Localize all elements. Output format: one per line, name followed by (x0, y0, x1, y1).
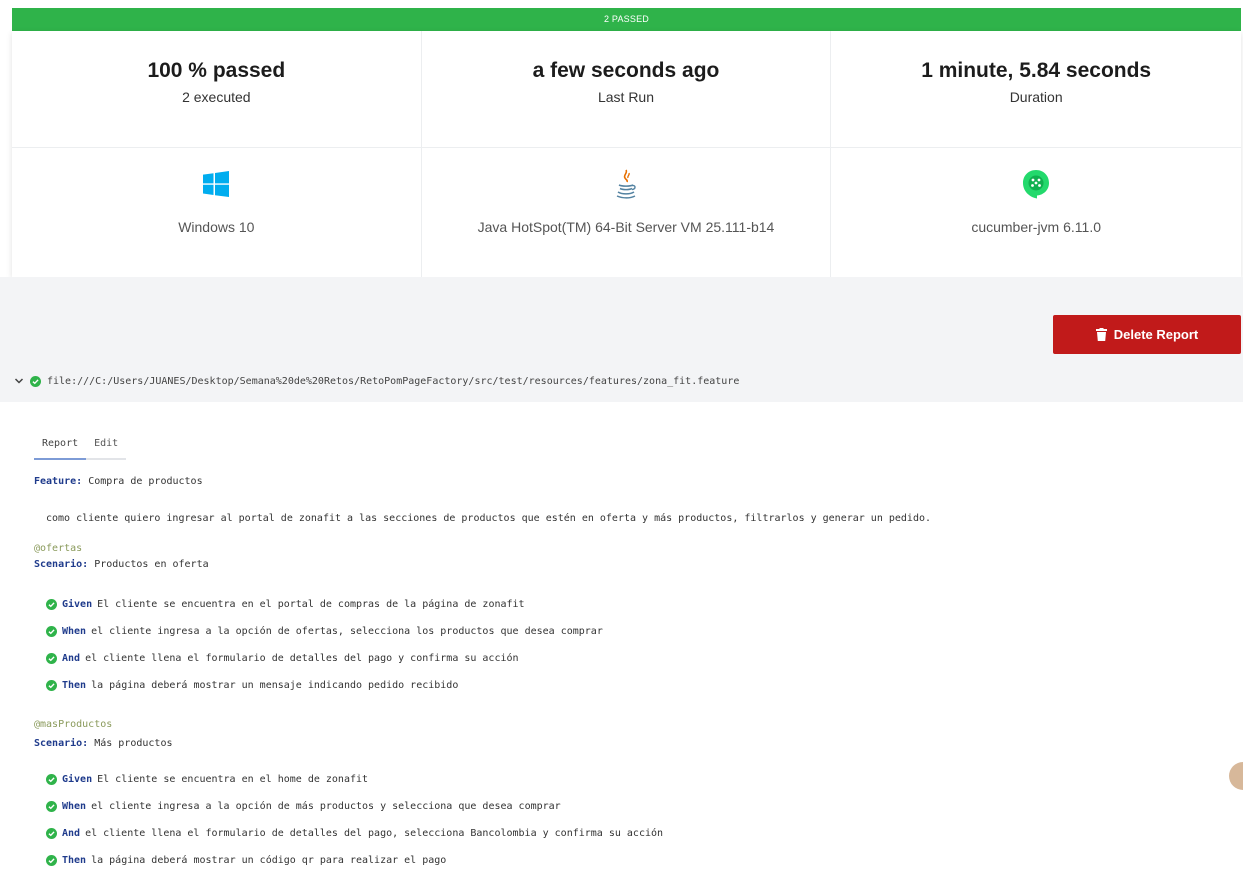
framework-label: cucumber-jvm 6.11.0 (971, 219, 1101, 235)
os-label: Windows 10 (178, 219, 255, 235)
chevron-down-icon[interactable] (14, 376, 24, 386)
scenario-name: Productos en oferta (94, 559, 209, 570)
passed-value: 100 % passed (147, 59, 286, 82)
step-row: And el cliente llena el formulario de de… (46, 653, 519, 664)
passed-label: 2 executed (182, 89, 251, 105)
step-keyword: Given (62, 774, 93, 785)
step-row: Then la página deberá mostrar un código … (46, 855, 446, 866)
step-keyword: When (62, 801, 87, 812)
step-text: la página deberá mostrar un código qr pa… (91, 855, 447, 866)
last-run-label: Last Run (597, 89, 655, 105)
feature-keyword: Feature: (34, 476, 83, 487)
scenario-keyword: Scenario: (34, 559, 89, 570)
step-keyword: Given (62, 599, 93, 610)
step-text: El cliente se encuentra en el portal de … (97, 599, 525, 610)
delete-report-button[interactable]: Delete Report (1053, 315, 1241, 354)
duration-value: 1 minute, 5.84 seconds (921, 59, 1152, 82)
tab-report[interactable]: Report (34, 438, 87, 460)
scenario-title: Scenario: Productos en oferta (34, 559, 209, 570)
step-text: la página deberá mostrar un mensaje indi… (91, 680, 459, 691)
delete-report-label: Delete Report (1113, 327, 1199, 342)
step-text: el cliente ingresa a la opción de oferta… (91, 626, 603, 637)
feature-name: Compra de productos (88, 476, 203, 487)
os-info: Windows 10 (12, 148, 422, 277)
framework-info: cucumber-jvm 6.11.0 (831, 148, 1241, 277)
check-circle-icon (46, 653, 57, 664)
tab-edit[interactable]: Edit (86, 438, 127, 460)
feature-title: Feature: Compra de productos (34, 476, 203, 487)
environment-row: Windows 10 Java HotSpot(TM) 64-Bit Serve… (12, 148, 1241, 277)
step-row: Given El cliente se encuentra en el port… (46, 599, 525, 610)
check-circle-icon (46, 599, 57, 610)
scenario-title: Scenario: Más productos (34, 738, 173, 749)
step-text: el cliente llena el formulario de detall… (85, 828, 664, 839)
step-text: el cliente llena el formulario de detall… (85, 653, 519, 664)
step-text: El cliente se encuentra en el home de zo… (97, 774, 369, 785)
runtime-info: Java HotSpot(TM) 64-Bit Server VM 25.111… (422, 148, 832, 277)
status-bar: 2 PASSED (12, 8, 1241, 31)
report-tabs: Report Edit (34, 438, 127, 460)
check-circle-icon (46, 801, 57, 812)
step-keyword: And (62, 653, 81, 664)
scenario-keyword: Scenario: (34, 738, 89, 749)
scenario-tag: @ofertas (34, 543, 83, 554)
windows-icon (203, 171, 230, 197)
step-row: And el cliente llena el formulario de de… (46, 828, 663, 839)
check-circle-icon (46, 680, 57, 691)
step-keyword: Then (62, 855, 87, 866)
cucumber-icon (1023, 170, 1050, 199)
trash-icon (1095, 328, 1107, 341)
check-circle-icon (46, 774, 57, 785)
runtime-label: Java HotSpot(TM) 64-Bit Server VM 25.111… (477, 219, 775, 235)
step-row: Then la página deberá mostrar un mensaje… (46, 680, 458, 691)
feature-description: como cliente quiero ingresar al portal d… (46, 513, 932, 524)
step-keyword: Then (62, 680, 87, 691)
summary-stats-row: 100 % passed 2 executed a few seconds ag… (12, 31, 1241, 148)
passed-stat: 100 % passed 2 executed (12, 31, 422, 148)
step-row: When el cliente ingresa a la opción de m… (46, 801, 561, 812)
duration-stat: 1 minute, 5.84 seconds Duration (831, 31, 1241, 148)
last-run-value: a few seconds ago (532, 59, 720, 82)
step-row: When el cliente ingresa a la opción de o… (46, 626, 603, 637)
scenario-tag: @masProductos (34, 719, 113, 730)
check-circle-icon (46, 828, 57, 839)
feature-file-path: file:///C:/Users/JUANES/Desktop/Semana%2… (47, 375, 740, 387)
scenario-name: Más productos (94, 738, 173, 749)
step-keyword: And (62, 828, 81, 839)
feature-report: Report Edit Feature: Compra de productos… (0, 402, 1243, 895)
check-circle-icon (46, 626, 57, 637)
duration-label: Duration (1009, 89, 1063, 105)
step-keyword: When (62, 626, 87, 637)
check-circle-icon (30, 375, 41, 387)
feature-file-header[interactable]: file:///C:/Users/JUANES/Desktop/Semana%2… (14, 372, 739, 390)
step-text: el cliente ingresa a la opción de más pr… (91, 801, 561, 812)
step-row: Given El cliente se encuentra en el home… (46, 774, 368, 785)
last-run-stat: a few seconds ago Last Run (421, 31, 832, 148)
check-circle-icon (46, 855, 57, 866)
summary-card: 100 % passed 2 executed a few seconds ag… (12, 31, 1241, 277)
java-icon (616, 169, 636, 199)
